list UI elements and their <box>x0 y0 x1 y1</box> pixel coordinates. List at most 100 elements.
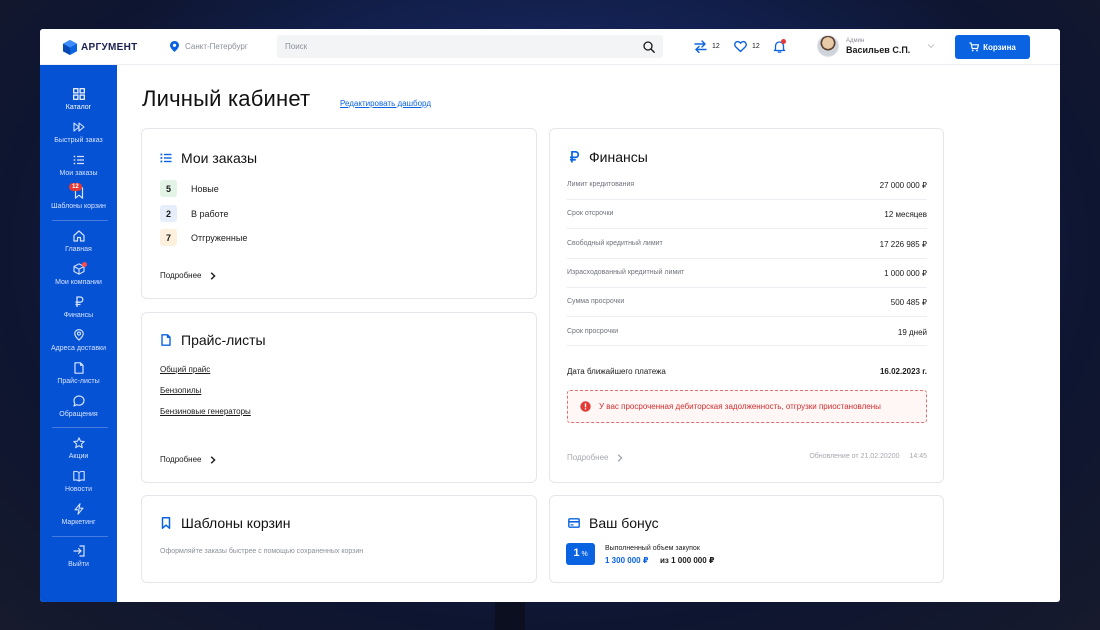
document-icon <box>161 334 171 346</box>
order-status-new[interactable]: 5 Новые <box>160 180 219 197</box>
order-status-label: Новые <box>191 183 219 194</box>
alert-text: У вас просроченная дебиторская задолженн… <box>599 402 881 411</box>
finance-divider <box>567 287 927 288</box>
finance-divider <box>567 258 927 259</box>
finance-row: Свободный кредитный лимит 17 226 985 ₽ <box>567 240 927 249</box>
logo-cube-icon <box>63 39 77 55</box>
user-menu[interactable]: Админ Васильев С.П. <box>817 35 935 57</box>
order-status-label: Отгруженные <box>191 232 248 243</box>
alert-icon <box>580 401 591 412</box>
bonus-percent-badge: 1 % <box>566 543 595 565</box>
finance-row: Срок отсрочки 12 месяцев <box>567 210 927 219</box>
sidebar-item-news[interactable]: Новости <box>40 470 117 493</box>
finance-row-value: 500 485 ₽ <box>890 298 927 307</box>
top-header: АРГУМЕНТ Санкт-Петербург 12 <box>40 29 1060 65</box>
logo[interactable]: АРГУМЕНТ <box>63 39 138 55</box>
sidebar-item-promotions[interactable]: Акции <box>40 437 117 460</box>
home-icon <box>72 230 85 242</box>
next-payment-label: Дата ближайшего платежа <box>567 367 666 376</box>
next-payment-row: Дата ближайшего платежа 16.02.2023 г. <box>567 367 927 376</box>
finance-card-title: Финансы <box>568 149 648 165</box>
updated-date: 21.02.20200 <box>860 453 900 460</box>
bonus-title-text: Ваш бонус <box>589 515 659 531</box>
finance-row-label: Сумма просрочки <box>567 298 625 305</box>
compare-arrows-icon <box>694 40 707 53</box>
sidebar-item-logout[interactable]: Выйти <box>40 545 117 568</box>
sidebar-item-cart-templates[interactable]: 12 Шаблоны корзин <box>40 183 117 210</box>
sidebar-item-price-lists[interactable]: Прайс-листы <box>40 362 117 385</box>
finance-row-label: Срок просрочки <box>567 328 619 335</box>
book-icon <box>72 470 85 482</box>
sidebar-item-label: Акции <box>68 453 89 460</box>
notifications-button[interactable] <box>773 39 786 53</box>
sidebar-divider <box>52 427 108 428</box>
sidebar-item-my-companies[interactable]: Мои компании <box>40 262 117 286</box>
star-icon <box>72 437 85 449</box>
heart-icon <box>734 40 747 53</box>
sidebar-item-home[interactable]: Главная <box>40 230 117 253</box>
more-link-label: Подробнее <box>567 453 609 462</box>
finance-row-label: Срок отсрочки <box>567 210 614 217</box>
orders-card-title: Мои заказы <box>160 150 257 166</box>
edit-dashboard-link[interactable]: Редактировать дашборд <box>340 99 431 108</box>
sidebar-item-delivery-addresses[interactable]: Адреса доставки <box>40 329 117 352</box>
sidebar-item-marketing[interactable]: Маркетинг <box>40 503 117 526</box>
sidebar-divider <box>52 220 108 221</box>
bonus-percent-sign: % <box>581 551 588 558</box>
order-status-in-progress[interactable]: 2 В работе <box>160 205 229 222</box>
user-role: Админ <box>846 37 865 44</box>
sidebar-item-finance[interactable]: Финансы <box>40 296 117 319</box>
sidebar-item-catalog[interactable]: Каталог <box>40 88 117 111</box>
orders-title-text: Мои заказы <box>181 150 258 166</box>
price-link-generators[interactable]: Бензиновые генераторы <box>160 407 251 416</box>
favorites-button[interactable]: 12 <box>734 40 760 53</box>
price-lists-more-link[interactable]: Подробнее <box>160 455 216 464</box>
price-lists-card: Прайс-листы Общий прайс Бензопилы Бензин… <box>141 312 537 483</box>
list-icon <box>73 155 84 165</box>
favorites-count: 12 <box>752 43 760 50</box>
updated-time: 14:45 <box>909 453 927 460</box>
finance-row: Срок просрочки 19 дней <box>567 328 927 337</box>
cart-button-label: Корзина <box>983 42 1016 52</box>
sidebar-item-requests[interactable]: Обращения <box>40 395 117 418</box>
city-selector[interactable]: Санкт-Петербург <box>170 41 248 52</box>
document-icon <box>73 362 84 374</box>
page-title: Личный кабинет <box>142 86 311 111</box>
ruble-icon <box>75 296 83 307</box>
order-count: 2 <box>160 205 177 222</box>
sidebar-item-label: Финансы <box>63 312 94 319</box>
price-link-chainsaws[interactable]: Бензопилы <box>160 386 201 395</box>
finance-row-label: Израсходованный кредитный лимит <box>567 269 685 276</box>
location-pin-icon <box>170 41 179 52</box>
cart-icon <box>969 42 980 52</box>
price-lists-card-title: Прайс-листы <box>160 332 266 348</box>
sidebar: Каталог Быстрый заказ Мои заказы 12 Шабл… <box>40 65 117 602</box>
logo-text: АРГУМЕНТ <box>81 41 138 53</box>
sidebar-item-label: Каталог <box>65 104 92 111</box>
price-lists-title-text: Прайс-листы <box>181 332 266 348</box>
fast-forward-icon <box>72 122 85 132</box>
sidebar-item-label: Новости <box>64 486 93 493</box>
sidebar-item-fast-order[interactable]: Быстрый заказ <box>40 121 117 144</box>
credit-card-icon <box>568 518 580 528</box>
search-bar <box>277 35 663 58</box>
finance-more-link[interactable]: Подробнее <box>567 453 623 462</box>
sidebar-item-my-orders[interactable]: Мои заказы <box>40 154 117 177</box>
finance-footer: Подробнее Обновление от 21.02.20200 14:4… <box>567 453 927 462</box>
location-icon <box>73 329 84 341</box>
sidebar-item-label: Мои заказы <box>59 170 98 177</box>
cart-button[interactable]: Корзина <box>955 35 1030 59</box>
cart-templates-title-text: Шаблоны корзин <box>181 515 291 531</box>
price-link-general[interactable]: Общий прайс <box>160 365 210 374</box>
orders-more-link[interactable]: Подробнее <box>160 271 216 280</box>
order-status-shipped[interactable]: 7 Отгруженные <box>160 229 247 246</box>
sidebar-item-label: Прайс-листы <box>57 378 100 385</box>
sidebar-item-label: Главная <box>65 246 92 253</box>
compare-button[interactable]: 12 <box>694 40 720 53</box>
bookmark-icon <box>161 517 171 529</box>
search-icon[interactable] <box>643 40 655 53</box>
search-input[interactable] <box>285 42 643 51</box>
bonus-card: Ваш бонус 1 % Выполненный объем закупок … <box>549 495 944 583</box>
list-icon <box>160 153 172 163</box>
notification-dot <box>781 39 786 44</box>
